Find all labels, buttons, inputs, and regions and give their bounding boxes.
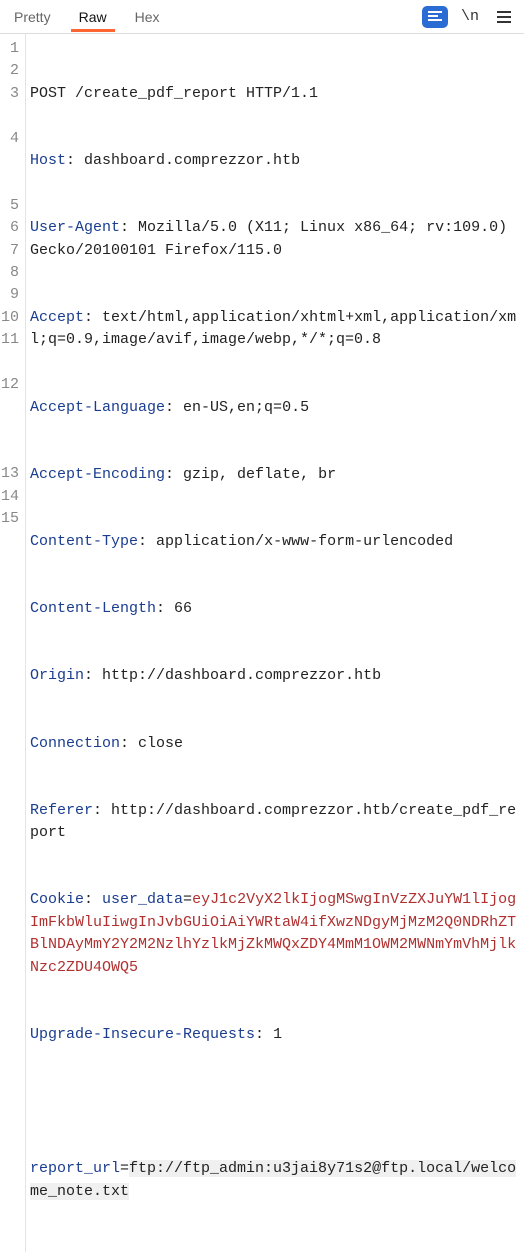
request-line: POST /create_pdf_report HTTP/1.1 xyxy=(30,83,522,105)
header-content-length: Content-Length: 66 xyxy=(30,598,522,620)
editor-toolbar: Pretty Raw Hex \n xyxy=(0,0,524,34)
format-icon[interactable] xyxy=(422,6,448,28)
toolbar-icons: \n xyxy=(422,5,516,29)
request-body: report_url=ftp://ftp_admin:u3jai8y71s2@f… xyxy=(30,1158,522,1203)
tab-raw[interactable]: Raw xyxy=(65,2,121,31)
blank-line xyxy=(30,1091,522,1113)
header-origin: Origin: http://dashboard.comprezzor.htb xyxy=(30,665,522,687)
header-accept: Accept: text/html,application/xhtml+xml,… xyxy=(30,307,522,352)
menu-icon[interactable] xyxy=(492,5,516,29)
header-accept-encoding: Accept-Encoding: gzip, deflate, br xyxy=(30,464,522,486)
header-content-type: Content-Type: application/x-www-form-url… xyxy=(30,531,522,553)
request-content[interactable]: POST /create_pdf_report HTTP/1.1 Host: d… xyxy=(26,34,524,1252)
tab-pretty[interactable]: Pretty xyxy=(0,2,65,31)
header-connection: Connection: close xyxy=(30,733,522,755)
header-accept-language: Accept-Language: en-US,en;q=0.5 xyxy=(30,397,522,419)
http-editor[interactable]: 1 2 3 4 5 6 7 8 9 10 11 12 13 14 15 POST… xyxy=(0,34,524,1252)
line-gutter: 1 2 3 4 5 6 7 8 9 10 11 12 13 14 15 xyxy=(0,34,26,1252)
header-referer: Referer: http://dashboard.comprezzor.htb… xyxy=(30,800,522,845)
header-host: Host: dashboard.comprezzor.htb xyxy=(30,150,522,172)
newline-icon[interactable]: \n xyxy=(458,5,482,29)
header-upgrade-insecure: Upgrade-Insecure-Requests: 1 xyxy=(30,1024,522,1046)
header-user-agent: User-Agent: Mozilla/5.0 (X11; Linux x86_… xyxy=(30,217,522,262)
header-cookie: Cookie: user_data=eyJ1c2VyX2lkIjogMSwgIn… xyxy=(30,889,522,979)
view-tabs: Pretty Raw Hex xyxy=(0,2,422,31)
tab-hex[interactable]: Hex xyxy=(121,2,174,31)
